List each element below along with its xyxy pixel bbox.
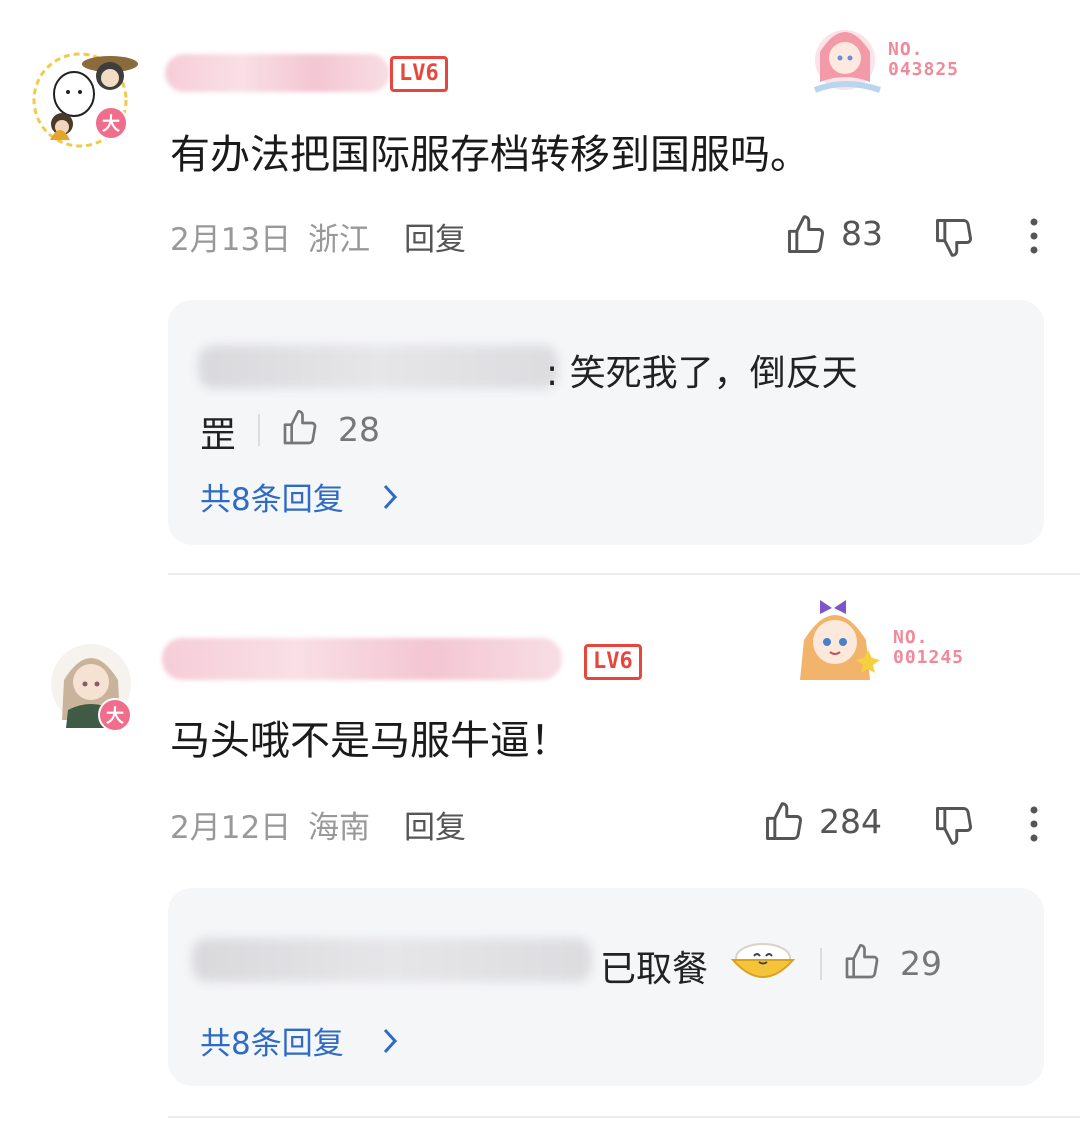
fan-badge-number: NO. 001245 xyxy=(893,627,965,668)
reply-username-redacted xyxy=(192,938,592,982)
fan-badge-avatar xyxy=(790,590,880,680)
avatar-badge: 大 xyxy=(98,698,132,732)
level-badge: LV6 xyxy=(584,644,642,680)
fan-badge-image xyxy=(813,30,881,93)
fan-badge-avatar xyxy=(800,12,890,102)
comment-date: 2月12日 xyxy=(170,810,292,846)
reply-preview-box[interactable]: 已取餐 29 共8条回复 xyxy=(168,888,1044,1086)
divider xyxy=(820,948,822,980)
thumbs-down-icon[interactable] xyxy=(932,215,976,259)
comment-divider xyxy=(168,1116,1080,1118)
comment-divider xyxy=(168,573,1080,575)
comment-text: 有办法把国际服存档转移到国服吗。 xyxy=(170,132,810,178)
comment-text: 马头哦不是马服牛逼！ xyxy=(170,718,570,764)
view-all-replies-link[interactable]: 共8条回复 xyxy=(200,1018,344,1063)
reply-like-count: 29 xyxy=(900,944,942,983)
username-redacted[interactable] xyxy=(162,638,562,680)
more-vertical-icon[interactable] xyxy=(1022,214,1046,258)
thumbs-down-icon[interactable] xyxy=(932,803,976,847)
reply-text-continuation: 罡 xyxy=(200,415,237,456)
reply-preview-box[interactable]: : 笑死我了，倒反天 罡 28 共8条回复 xyxy=(168,300,1044,545)
reply-button[interactable]: 回复 xyxy=(404,214,466,259)
thumbs-up-icon[interactable] xyxy=(280,408,320,448)
reply-text: 已取餐 xyxy=(600,949,709,990)
rice-bowl-emoji-icon xyxy=(730,943,796,978)
reply-username-redacted xyxy=(198,345,558,389)
avatar[interactable] xyxy=(30,50,140,150)
comment-location: 浙江 xyxy=(308,222,370,258)
chevron-right-icon[interactable] xyxy=(378,1026,402,1056)
reply-text: : 笑死我了，倒反天 xyxy=(546,353,858,394)
comment-location: 海南 xyxy=(308,810,370,846)
reply-button[interactable]: 回复 xyxy=(404,802,466,847)
reply-like-count: 28 xyxy=(338,410,380,449)
divider xyxy=(258,414,260,446)
thumbs-up-icon[interactable] xyxy=(762,800,806,844)
avatar-image xyxy=(32,52,138,148)
fan-badge-image xyxy=(800,600,880,680)
username-redacted[interactable] xyxy=(165,54,390,92)
like-count: 284 xyxy=(819,802,882,841)
thumbs-up-icon[interactable] xyxy=(842,942,882,982)
like-count: 83 xyxy=(841,214,883,253)
view-all-replies-link[interactable]: 共8条回复 xyxy=(200,474,344,519)
avatar-badge: 大 xyxy=(94,106,128,140)
chevron-right-icon[interactable] xyxy=(378,482,402,512)
fan-badge-number: NO. 043825 xyxy=(888,39,960,80)
more-vertical-icon[interactable] xyxy=(1022,802,1046,846)
thumbs-up-icon[interactable] xyxy=(784,213,828,257)
comment-date: 2月13日 xyxy=(170,222,292,258)
level-badge: LV6 xyxy=(390,56,448,92)
